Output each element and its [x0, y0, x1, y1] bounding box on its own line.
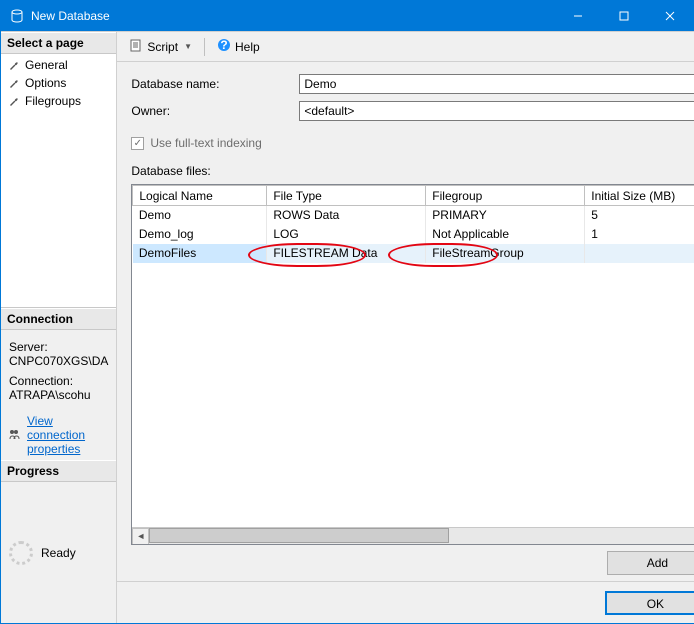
scroll-track[interactable] — [149, 528, 694, 545]
cell-fgroup[interactable]: PRIMARY — [426, 206, 585, 225]
cell-ftype[interactable]: ROWS Data — [267, 206, 426, 225]
cell-logical[interactable]: DemoFiles — [133, 244, 267, 263]
toolbar-separator — [204, 38, 205, 56]
files-label: Database files: — [131, 164, 694, 178]
fulltext-label: Use full-text indexing — [150, 136, 261, 150]
svg-text:?: ? — [220, 38, 227, 52]
cell-fgroup[interactable]: FileStreamGroup — [426, 244, 585, 263]
db-name-label: Database name: — [131, 77, 299, 91]
cell-ftype[interactable]: FILESTREAM Data — [267, 244, 426, 263]
close-button[interactable] — [647, 1, 693, 31]
table-row[interactable]: Demo ROWS Data PRIMARY 5 By 10 perc — [133, 206, 694, 225]
horizontal-scrollbar[interactable]: ◄ ► — [132, 527, 694, 544]
help-button[interactable]: ? Help — [213, 36, 264, 57]
add-button[interactable]: Add — [607, 551, 694, 575]
view-connection-properties-link[interactable]: View connection properties — [9, 414, 108, 456]
toolbar: Script ▼ ? Help — [117, 32, 694, 62]
connection-label: Connection: — [9, 374, 108, 388]
help-label: Help — [235, 40, 260, 54]
script-label: Script — [147, 40, 178, 54]
page-item-options[interactable]: Options — [1, 74, 116, 92]
script-icon — [129, 38, 143, 55]
col-logical-name[interactable]: Logical Name — [133, 186, 267, 206]
link-text: View connection properties — [27, 414, 108, 456]
owner-input[interactable] — [299, 101, 694, 121]
script-button[interactable]: Script ▼ — [125, 36, 196, 57]
properties-icon — [9, 428, 23, 443]
cell-ftype[interactable]: LOG — [267, 225, 426, 244]
server-value: CNPC070XGS\DA — [9, 354, 108, 368]
progress-spinner-icon — [9, 541, 33, 565]
connection-header: Connection — [1, 308, 116, 330]
cell-size[interactable]: 5 — [585, 206, 694, 225]
cell-fgroup[interactable]: Not Applicable — [426, 225, 585, 244]
titlebar[interactable]: New Database — [1, 1, 693, 31]
cell-size[interactable]: 1 — [585, 225, 694, 244]
ok-button[interactable]: OK — [605, 591, 694, 615]
scroll-thumb[interactable] — [149, 528, 449, 543]
dialog-footer: OK Cancel — [117, 581, 694, 623]
maximize-button[interactable] — [601, 1, 647, 31]
scroll-left-arrow[interactable]: ◄ — [132, 528, 149, 545]
page-list: General Options Filegroups — [1, 54, 116, 308]
col-file-type[interactable]: File Type — [267, 186, 426, 206]
app-icon — [9, 8, 25, 24]
connection-info: Server: CNPC070XGS\DA Connection: ATRAPA… — [1, 330, 116, 460]
wrench-icon — [7, 94, 21, 108]
wrench-icon — [7, 76, 21, 90]
right-pane: Script ▼ ? Help Database name: Owner: .. — [117, 31, 694, 623]
server-label: Server: — [9, 340, 108, 354]
col-initial-size[interactable]: Initial Size (MB) — [585, 186, 694, 206]
database-files-grid[interactable]: Logical Name File Type Filegroup Initial… — [131, 184, 694, 545]
minimize-button[interactable] — [555, 1, 601, 31]
table-row[interactable]: Demo_log LOG Not Applicable 1 By 10 perc — [133, 225, 694, 244]
progress-body: Ready — [1, 482, 116, 623]
left-pane: Select a page General Options Filegroups… — [1, 31, 117, 623]
page-label: Options — [25, 76, 66, 90]
help-icon: ? — [217, 38, 231, 55]
page-label: General — [25, 58, 68, 72]
col-filegroup[interactable]: Filegroup — [426, 186, 585, 206]
connection-value: ATRAPA\scohu — [9, 388, 108, 402]
page-label: Filegroups — [25, 94, 81, 108]
new-database-dialog: New Database Select a page General Optio… — [0, 0, 694, 624]
chevron-down-icon[interactable]: ▼ — [184, 42, 192, 51]
cell-logical[interactable]: Demo — [133, 206, 267, 225]
window-title: New Database — [31, 9, 555, 23]
progress-header: Progress — [1, 460, 116, 482]
fulltext-checkbox: ✓ — [131, 137, 144, 150]
owner-label: Owner: — [131, 104, 299, 118]
cell-size[interactable] — [585, 244, 694, 263]
page-item-general[interactable]: General — [1, 56, 116, 74]
cell-logical[interactable]: Demo_log — [133, 225, 267, 244]
wrench-icon — [7, 58, 21, 72]
page-item-filegroups[interactable]: Filegroups — [1, 92, 116, 110]
grid-header-row: Logical Name File Type Filegroup Initial… — [133, 186, 694, 206]
db-name-input[interactable] — [299, 74, 694, 94]
select-page-header: Select a page — [1, 32, 116, 54]
progress-status: Ready — [41, 546, 76, 560]
table-row-selected[interactable]: DemoFiles FILESTREAM Data FileStreamGrou… — [133, 244, 694, 263]
